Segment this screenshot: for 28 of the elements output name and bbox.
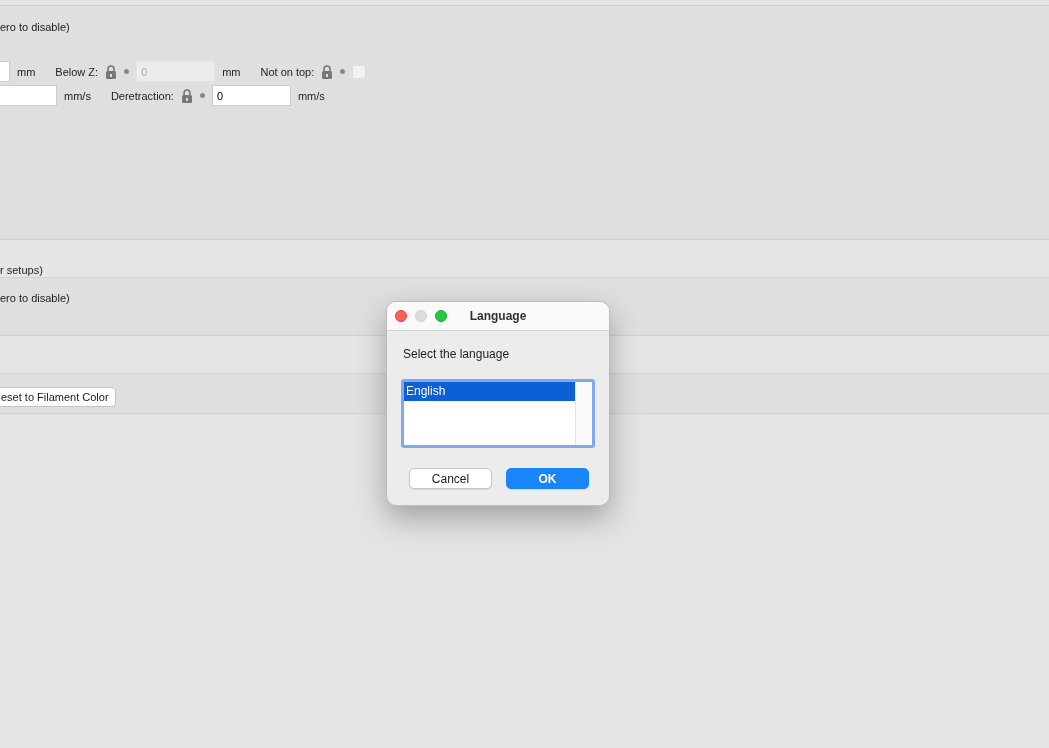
close-button[interactable]	[395, 310, 407, 322]
dot-icon[interactable]	[124, 69, 130, 74]
reset-color-button[interactable]: eset to Filament Color	[0, 387, 116, 407]
ok-button[interactable]: OK	[506, 468, 589, 489]
unit-label: mm/s	[297, 89, 325, 102]
unit-label: mm	[17, 65, 36, 78]
option-note: ero to disable)	[0, 21, 70, 33]
lock-icon[interactable]	[321, 64, 334, 79]
language-list[interactable]: English	[401, 379, 595, 448]
unit-label: mm	[222, 65, 241, 78]
number-field[interactable]	[0, 85, 57, 106]
option-note: r setups)	[0, 264, 43, 276]
dialog-prompt: Select the language	[403, 347, 510, 361]
cancel-button[interactable]: Cancel	[409, 468, 492, 489]
field-label: Deretraction:	[110, 89, 174, 102]
lock-icon[interactable]	[180, 88, 193, 103]
dot-icon[interactable]	[340, 69, 346, 74]
lock-icon[interactable]	[105, 64, 118, 79]
number-field[interactable]: 0	[211, 85, 291, 106]
unit-label: mm/s	[64, 89, 91, 102]
scrollbar-track[interactable]	[575, 382, 592, 445]
zoom-button[interactable]	[435, 310, 447, 322]
language-item[interactable]: English	[404, 382, 575, 401]
dialog-title: Language	[469, 309, 527, 323]
option-note: ero to disable)	[0, 292, 70, 304]
field-label: Not on top:	[260, 65, 315, 78]
dot-icon[interactable]	[199, 93, 205, 98]
field-label: Below Z:	[55, 65, 99, 78]
